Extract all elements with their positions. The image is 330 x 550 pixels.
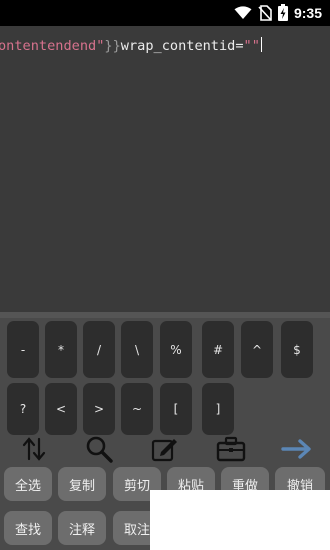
toolbox-button[interactable] — [214, 434, 248, 464]
edit-button[interactable] — [149, 434, 181, 464]
key-asterisk[interactable]: * — [45, 321, 77, 378]
select-all-button[interactable]: 全选 — [4, 467, 52, 501]
code-string: "" — [243, 38, 260, 54]
key-greater-than[interactable]: > — [83, 383, 115, 435]
clock: 9:35 — [293, 4, 322, 21]
key-caret[interactable]: ^ — [241, 321, 273, 378]
key-question[interactable]: ? — [7, 383, 39, 435]
overlay-patch — [150, 490, 330, 550]
swap-vertical-icon — [22, 437, 46, 461]
key-backslash[interactable]: \ — [121, 321, 153, 378]
key-percent[interactable]: % — [160, 321, 192, 378]
key-dollar[interactable]: $ — [281, 321, 313, 378]
no-sim-icon — [258, 4, 272, 21]
copy-button[interactable]: 复制 — [58, 467, 106, 501]
key-slash[interactable]: / — [83, 321, 115, 378]
status-bar: 9:35 — [0, 0, 330, 26]
code-text: wrap_contentid= — [120, 38, 244, 54]
briefcase-icon — [216, 436, 246, 462]
arrow-right-button[interactable] — [280, 434, 314, 464]
code-brace: } — [112, 38, 121, 54]
text-cursor — [260, 37, 262, 52]
keyboard-divider — [0, 312, 330, 318]
code-editor[interactable]: ontentendend"}}wrap_contentid="" — [0, 26, 330, 312]
key-right-bracket[interactable]: ] — [202, 383, 234, 435]
search-icon — [86, 436, 113, 463]
arrow-right-icon — [281, 439, 311, 459]
code-string: ontentendend" — [0, 38, 105, 54]
find-button[interactable]: 查找 — [4, 511, 52, 545]
key-hash[interactable]: # — [202, 321, 234, 378]
edit-icon — [151, 439, 177, 462]
search-button[interactable] — [83, 434, 115, 464]
key-left-bracket[interactable]: [ — [160, 383, 192, 435]
swap-vertical-button[interactable] — [18, 434, 50, 464]
wifi-icon — [234, 5, 252, 19]
key-dash[interactable]: - — [7, 321, 39, 378]
key-tilde[interactable]: ~ — [121, 383, 153, 435]
code-brace: } — [104, 38, 113, 54]
comment-button[interactable]: 注释 — [58, 511, 106, 545]
key-less-than[interactable]: < — [45, 383, 77, 435]
code-line[interactable]: ontentendend"}}wrap_contentid="" — [0, 37, 262, 55]
battery-charging-icon — [277, 4, 288, 21]
